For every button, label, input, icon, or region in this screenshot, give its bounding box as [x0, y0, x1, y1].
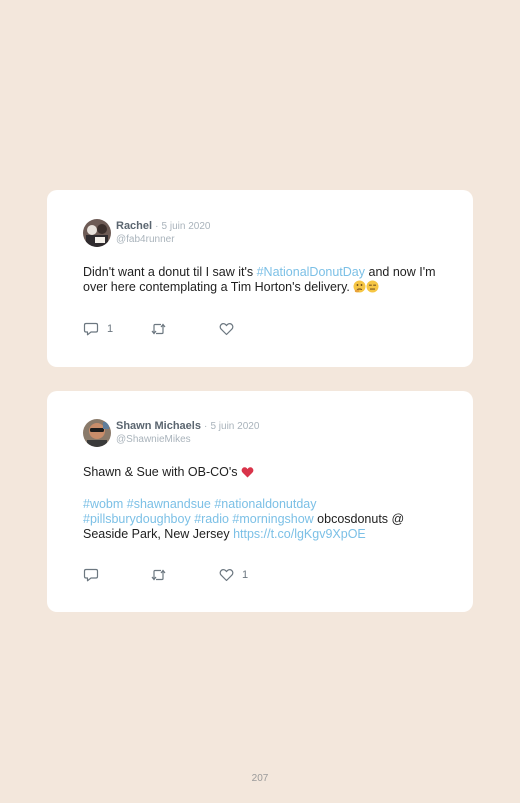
- tweet-text-part: Didn't want a donut til I saw it's: [83, 265, 257, 279]
- author-name[interactable]: Shawn Michaels: [116, 420, 201, 432]
- tweet-actions: 1: [83, 321, 283, 337]
- tweet-card-rachel: Rachel · 5 juin 2020 @fab4runner Didn't …: [47, 190, 473, 367]
- tweet-text-line: Shawn & Sue with OB-CO's: [83, 465, 448, 482]
- hashtag-link[interactable]: #NationalDonutDay: [257, 265, 365, 279]
- author-name[interactable]: Rachel: [116, 220, 152, 232]
- page-number: 207: [251, 773, 269, 784]
- author-handle[interactable]: @fab4runner: [116, 233, 210, 246]
- retweet-icon: [150, 322, 167, 336]
- like-icon: [219, 322, 234, 336]
- hashtag-links[interactable]: #wobm #shawnandsue #nationaldonutday: [83, 497, 448, 512]
- like-button[interactable]: [219, 321, 242, 337]
- like-count: 1: [242, 569, 249, 581]
- thinking-face-icon: [353, 280, 366, 297]
- tweet-text: Didn't want a donut til I saw it's #Nati…: [83, 265, 448, 297]
- tweet-text-part: Shawn & Sue with OB-CO's: [83, 465, 242, 479]
- author-handle[interactable]: @ShawnieMikes: [116, 433, 259, 446]
- avatar[interactable]: [83, 219, 111, 247]
- tweet-text: Shawn & Sue with OB-CO's #wobm #shawnand…: [83, 465, 448, 542]
- retweet-button[interactable]: [150, 567, 167, 583]
- reply-count: 1: [107, 323, 114, 335]
- tweet-actions: 1: [83, 567, 283, 583]
- hashtag-links[interactable]: #pillsburydoughboy #radio #morningshow: [83, 512, 314, 526]
- tweet-card-shawn: Shawn Michaels · 5 juin 2020 @ShawnieMik…: [47, 391, 473, 612]
- red-heart-icon: [241, 466, 254, 482]
- like-button[interactable]: 1: [219, 567, 248, 583]
- tweet-meta: Shawn Michaels · 5 juin 2020 @ShawnieMik…: [116, 420, 259, 446]
- tweet-date[interactable]: 5 juin 2020: [162, 221, 211, 232]
- tweet-url-link[interactable]: https://t.co/lgKgv9XpOE: [233, 527, 366, 541]
- retweet-icon: [150, 568, 167, 582]
- meta-separator: ·: [204, 421, 208, 432]
- retweet-button[interactable]: [150, 321, 167, 337]
- reply-icon: [83, 568, 99, 582]
- meta-separator: ·: [155, 221, 159, 232]
- reply-icon: [83, 322, 99, 336]
- reply-button[interactable]: 1: [83, 321, 113, 337]
- expressionless-face-icon: [366, 280, 379, 297]
- tweet-meta: Rachel · 5 juin 2020 @fab4runner: [116, 220, 210, 246]
- like-icon: [219, 568, 234, 582]
- reply-button[interactable]: [83, 567, 107, 583]
- avatar[interactable]: [83, 419, 111, 447]
- tweet-date[interactable]: 5 juin 2020: [210, 421, 259, 432]
